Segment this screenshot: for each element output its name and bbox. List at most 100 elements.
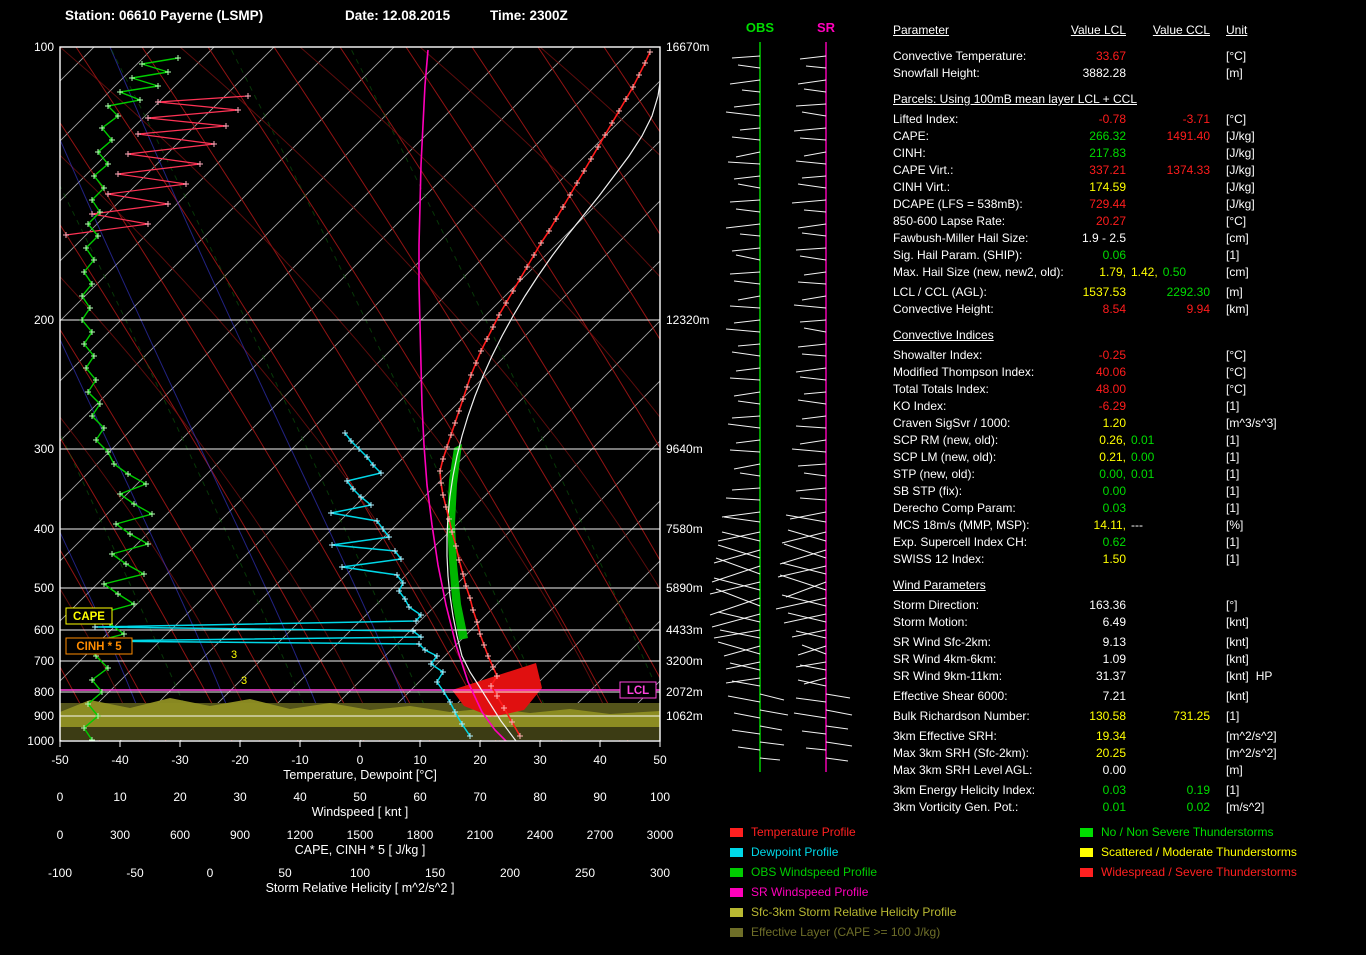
param-value-lcl: 0.03 [1102,501,1126,515]
param-row: Max. Hail Size (new, new2, old): 1.79, 1.4… [893,264,1363,281]
wind-barbs [709,55,789,761]
param-label: Snowfall Height: [893,66,980,80]
green-isoline-grid [60,47,660,741]
svg-text:10: 10 [113,790,127,804]
sr-column-label: SR [817,20,836,35]
param-value-ccl [1126,551,1210,568]
profile-legend: Temperature Profile Dewpoint Profile OBS W… [730,822,956,942]
svg-text:0: 0 [57,790,64,804]
legend-label: SR Windspeed Profile [751,885,869,899]
param-unit: [m^2/s^2] [1226,746,1277,760]
param-label: 850-600 Lapse Rate: [893,214,1006,228]
param-row: Storm Direction: 163.36 [°] [893,597,1363,614]
svg-text:1000: 1000 [27,734,54,748]
svg-text:-20: -20 [231,753,249,767]
table-header-row: Parameter Value LCL Value CCL Unit [893,22,1363,39]
param-value-lcl: 40.06 [1095,365,1126,379]
param-label: CINH: [893,146,926,160]
legend-swatch [1080,827,1093,837]
param-unit: [m] [1226,66,1243,80]
temperature-axis: -50 -40 -30 -20 -10 0 10 20 30 40 50 Temperature, D… [51,741,667,782]
param-value-ccl [1126,196,1210,213]
param-row: Effective Shear 6000: 7.21 [knt] [893,688,1363,705]
param-label: 3km Vorticity Gen. Pot.: [893,800,1019,814]
param-value-lcl: 729.44 [1089,197,1126,211]
svg-text:7580m: 7580m [666,522,703,536]
legend-item: SR Windspeed Profile [730,882,956,902]
svg-text:3: 3 [241,675,247,687]
param-unit: [cm] [1226,265,1249,279]
severity-legend: No / Non Severe Thunderstorms Scattered /… [1080,822,1297,882]
param-unit: [1] [1226,450,1240,464]
svg-text:16670m: 16670m [666,40,709,54]
header-parameter: Parameter [893,23,950,37]
legend-swatch [730,887,743,897]
section-header: Convective Indices [893,328,994,342]
param-value-lcl: 31.37 [1095,669,1126,683]
svg-text:Temperature, Dewpoint [°C]: Temperature, Dewpoint [°C] [283,768,437,782]
svg-text:1200: 1200 [287,828,314,842]
param-row: 3km Vorticity Gen. Pot.: 0.01 0.02 [m/s^2] [893,799,1363,816]
param-value-lcl: 0.00 [1102,484,1126,498]
param-label: SR Wind 9km-11km: [893,669,1003,683]
param-value-ccl: 0.00 [1131,450,1155,464]
svg-text:0: 0 [57,828,64,842]
svg-text:500: 500 [34,581,54,595]
param-value-ccl [1126,534,1210,551]
svg-text:250: 250 [575,866,595,880]
param-value-ccl [1126,415,1210,432]
svg-text:LCL: LCL [627,685,649,697]
param-value-lcl: 0.00 [1102,763,1126,777]
legend-swatch [1080,847,1093,857]
param-row: CAPE Virt.: 337.21 1374.33 [J/kg] [893,162,1363,179]
header-value-lcl: Value LCL [1070,23,1126,37]
param-unit: [J/kg] [1226,197,1255,211]
svg-text:150: 150 [425,866,445,880]
param-label: Showalter Index: [893,348,983,362]
param-label: Craven SigSvr / 1000: [893,416,1011,430]
param-unit: [°C] [1226,382,1247,396]
svg-text:9640m: 9640m [666,442,703,456]
param-row: Max 3km SRH (Sfc-2km): 20.25 [m^2/s^2] [893,745,1363,762]
param-label: LCL / CCL (AGL): [893,285,987,299]
param-unit: [1] [1226,501,1240,515]
param-row: DCAPE (LFS = 538mB): 729.44 [J/kg] [893,196,1363,213]
param-value-lcl: 1.9 - 2.5 [1081,231,1126,245]
param-unit: [°C] [1226,214,1247,228]
param-row: 850-600 Lapse Rate: 20.27 [°C] [893,213,1363,230]
svg-text:100: 100 [34,40,54,54]
param-value-lcl: 1.50 [1102,552,1126,566]
param-unit: [m] [1226,763,1243,777]
sr-windspeed-upper-segment [63,93,251,238]
param-value-ccl [1126,634,1210,651]
param-unit: [1] [1226,709,1240,723]
svg-text:12320m: 12320m [666,313,709,327]
param-row: CAPE: 266.32 1491.40 [J/kg] [893,128,1363,145]
skewt-chart: CAPE CINH * 5 LCL 3 3 100 200 300 400 500 600 700 80… [0,0,890,955]
param-unit: [1] [1226,783,1240,797]
param-value-lcl: 0.62 [1102,535,1126,549]
param-value-lcl: 0.26, [1099,433,1126,447]
param-value-lcl: -0.78 [1098,112,1126,126]
param-unit: [knt] HP [1226,669,1273,683]
svg-text:30: 30 [533,753,547,767]
param-value-lcl: 9.13 [1102,635,1126,649]
param-value-lcl: 14.11, [1093,518,1126,532]
param-label: 3km Effective SRH: [893,729,997,743]
param-value-lcl: 33.67 [1095,49,1126,63]
param-label: DCAPE (LFS = 538mB): [893,197,1023,211]
param-value-lcl: 1.09 [1102,652,1126,666]
param-value-ccl [1126,728,1210,745]
param-value-ccl [1126,688,1210,705]
param-row: Modified Thompson Index: 40.06 [°C] [893,364,1363,381]
param-unit: [°C] [1226,348,1247,362]
param-value-ccl: 0.01 [1131,433,1155,447]
param-value-ccl [1126,347,1210,364]
param-row: SCP RM (new, old): 0.26, 0.01 [1] [893,432,1363,449]
header-unit: Unit [1226,23,1248,37]
svg-text:5890m: 5890m [666,581,703,595]
param-row: Craven SigSvr / 1000: 1.20 [m^3/s^3] [893,415,1363,432]
param-label: Convective Height: [893,302,994,316]
svg-text:50: 50 [278,866,292,880]
param-value-ccl [1126,651,1210,668]
